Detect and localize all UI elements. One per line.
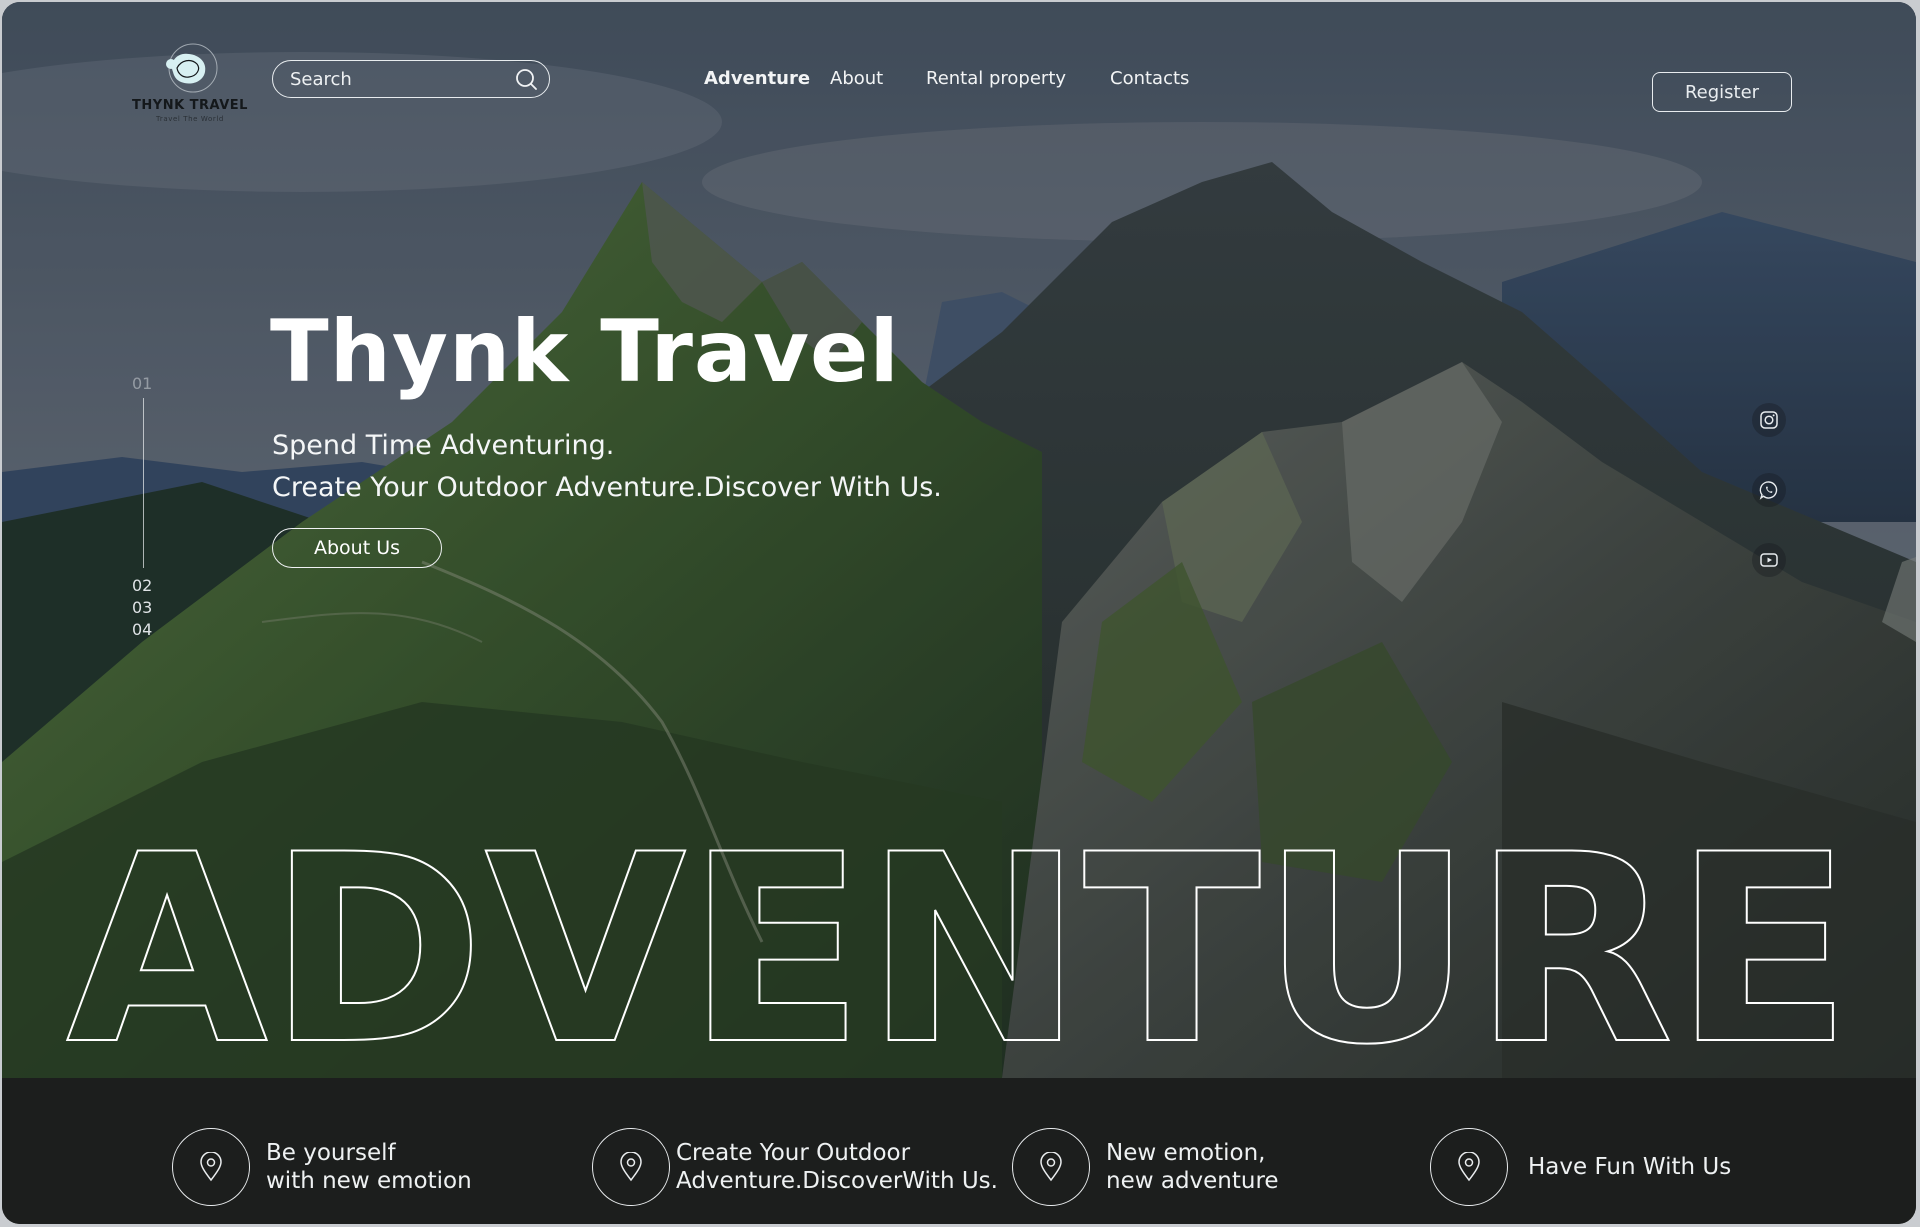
instagram-icon[interactable]	[1752, 403, 1786, 437]
turtle-logo-icon	[166, 43, 218, 93]
brand-tagline: Travel The World	[156, 115, 224, 123]
slide-number-01[interactable]: 01	[132, 374, 152, 393]
location-pin-icon	[1430, 1128, 1508, 1206]
brand-logo[interactable]: THYNK TRAVEL Travel The World	[130, 42, 250, 138]
feature-item: Have Fun With Us	[1430, 1126, 1731, 1208]
search-input[interactable]	[290, 68, 515, 90]
feature-line1: Create Your Outdoor	[676, 1140, 911, 1166]
feature-text: Create Your Outdoor Adventure.DiscoverWi…	[676, 1139, 998, 1195]
feature-line1: Have Fun With Us	[1528, 1154, 1732, 1180]
feature-line1: New emotion,	[1106, 1140, 1266, 1166]
feature-item: New emotion, new adventure	[1012, 1126, 1279, 1208]
location-pin-icon	[172, 1128, 250, 1206]
feature-line2: Adventure.DiscoverWith Us.	[676, 1168, 998, 1194]
location-pin-icon	[1012, 1128, 1090, 1206]
feature-item: Create Your Outdoor Adventure.DiscoverWi…	[592, 1126, 998, 1208]
hero-title: Thynk Travel	[270, 302, 900, 402]
page-frame: THYNK TRAVEL Travel The World Adventure …	[2, 2, 1916, 1224]
feature-text: Be yourself with new emotion	[266, 1139, 472, 1195]
feature-line2: new adventure	[1106, 1168, 1279, 1194]
hero-subtitle-line1: Spend Time Adventuring.	[272, 430, 615, 461]
feature-text: Have Fun With Us	[1528, 1153, 1731, 1181]
feature-line1: Be yourself	[266, 1140, 396, 1166]
features-bar: Be yourself with new emotion Create Your…	[2, 1078, 1916, 1224]
feature-text: New emotion, new adventure	[1106, 1139, 1279, 1195]
slide-progress-line	[143, 398, 144, 568]
hero-subtitle-line2: Create Your Outdoor Adventure.Discover W…	[272, 472, 942, 503]
slide-number-02[interactable]: 02	[132, 576, 152, 595]
nav-rental-property[interactable]: Rental property	[926, 68, 1066, 89]
brand-name: THYNK TRAVEL	[132, 98, 248, 113]
feature-item: Be yourself with new emotion	[172, 1126, 472, 1208]
svg-text:ADVENTURE: ADVENTURE	[66, 822, 1852, 1072]
adventure-outline-heading: ADVENTURE	[65, 822, 1853, 1072]
slide-number-04[interactable]: 04	[132, 620, 152, 639]
location-pin-icon	[592, 1128, 670, 1206]
hero-section: THYNK TRAVEL Travel The World Adventure …	[2, 2, 1916, 1078]
search-icon[interactable]	[515, 67, 537, 91]
slide-number-03[interactable]: 03	[132, 598, 152, 617]
about-us-button[interactable]: About Us	[272, 528, 442, 568]
youtube-icon[interactable]	[1752, 543, 1786, 577]
whatsapp-icon[interactable]	[1752, 473, 1786, 507]
nav-contacts[interactable]: Contacts	[1110, 68, 1189, 89]
nav-adventure[interactable]: Adventure	[704, 68, 810, 89]
register-button[interactable]: Register	[1652, 72, 1792, 112]
slide-pager: 01 02 03 04	[126, 374, 162, 644]
search-box[interactable]	[272, 60, 550, 98]
nav-about[interactable]: About	[830, 68, 883, 89]
feature-line2: with new emotion	[266, 1168, 472, 1194]
